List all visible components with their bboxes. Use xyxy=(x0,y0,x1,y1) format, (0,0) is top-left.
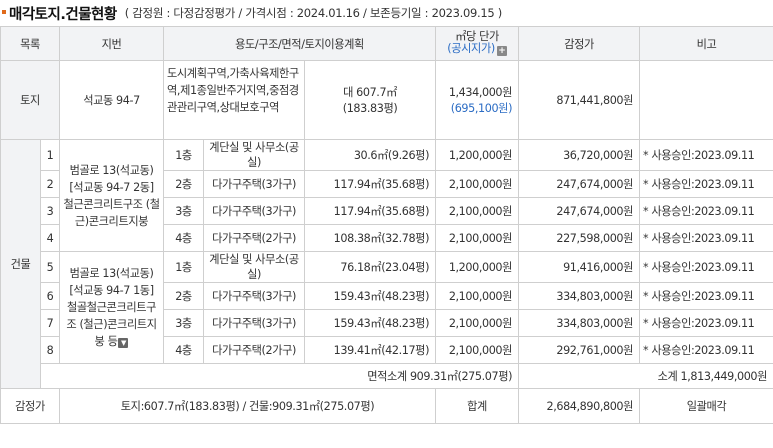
appraisal-total-row: 감정가 토지:607.7㎡(183.83평) / 건물:909.31㎡(275.… xyxy=(0,388,773,424)
land-building-table: 목록 지번 용도/구조/면적/토지이용계획 ㎡당 단가 (공시지가) + 감정가 … xyxy=(0,26,773,424)
building-use: 다가구주택(3가구) xyxy=(203,282,306,310)
building-use: 다가구주택(2가구) xyxy=(203,336,306,364)
building-unit-price: 2,100,000원 xyxy=(435,309,520,337)
building-row-no: 1 xyxy=(39,139,61,171)
building-row-no: 3 xyxy=(39,197,61,225)
appraisal-area-summary: 토지:607.7㎡(183.83평) / 건물:909.31㎡(275.07평) xyxy=(59,388,437,424)
building-note: * 사용승인:2023.09.11 xyxy=(639,170,773,198)
building-floor: 4층 xyxy=(163,336,205,364)
building-row-no: 7 xyxy=(39,309,61,337)
building-group2-address: 범골로 13(석교동) [석교동 94-7 1동] 철골철근콘크리트구조 (철근… xyxy=(66,267,157,348)
land-row: 토지 석교동 94-7 도시계획구역,가축사육제한구역,제1종일반주거지역,중점… xyxy=(0,60,773,140)
section-title: 매각토지.건물현황 xyxy=(9,6,117,23)
building-floor: 2층 xyxy=(163,282,205,310)
land-unit-price: 1,434,000원 xyxy=(448,86,513,99)
building-unit-price: 2,100,000원 xyxy=(435,197,520,225)
land-area-cell: 대 607.7㎡ (183.83평) xyxy=(304,60,437,140)
building-note: * 사용승인:2023.09.11 xyxy=(639,139,773,171)
building-row: 5 범골로 13(석교동) [석교동 94-7 1동] 철골철근콘크리트구조 (… xyxy=(1,251,773,364)
building-value: 227,598,000원 xyxy=(518,224,641,252)
building-value: 91,416,000원 xyxy=(518,251,641,283)
building-group1-address: 범골로 13(석교동) [석교동 94-7 2동] 철근콘크리트구조 (철근)콘… xyxy=(59,139,165,252)
land-area: 대 607.7㎡ xyxy=(343,86,397,99)
building-floor: 3층 xyxy=(163,197,205,225)
appraisal-label: 감정가 xyxy=(0,388,61,424)
area-subtotal: 면적소계 909.31㎡(275.07평) xyxy=(39,363,520,389)
bullet-icon xyxy=(2,10,6,14)
expand-plus-icon[interactable]: + xyxy=(496,46,507,56)
land-label: 토지 xyxy=(0,60,61,140)
building-value: 247,674,000원 xyxy=(518,197,641,225)
building-unit-price: 2,100,000원 xyxy=(435,336,520,364)
building-note: * 사용승인:2023.09.11 xyxy=(639,197,773,225)
building-row-no: 6 xyxy=(39,282,61,310)
appraisal-total: 2,684,890,800원 xyxy=(518,388,641,424)
building-value: 36,720,000원 xyxy=(518,139,641,171)
col-note: 비고 xyxy=(639,26,773,61)
land-appraisal: 871,441,800원 xyxy=(518,60,641,140)
appraisal-note: 일괄매각 xyxy=(639,388,773,424)
appraisal-meta: ( 감정원 : 다정감정평가 / 가격시점 : 2024.01.16 / 보존등… xyxy=(124,6,503,20)
land-lot: 석교동 94-7 xyxy=(59,60,165,140)
building-use: 계단실 및 사무소(공실) xyxy=(203,139,306,171)
building-area: 30.6㎡(9.26평) xyxy=(304,139,437,171)
building-note: * 사용승인:2023.09.11 xyxy=(639,251,773,283)
land-note xyxy=(639,60,773,140)
building-value: 247,674,000원 xyxy=(518,170,641,198)
building-unit-price: 2,100,000원 xyxy=(435,170,520,198)
building-value: 334,803,000원 xyxy=(518,282,641,310)
value-subtotal: 소계 1,813,449,000원 xyxy=(518,363,773,389)
dropdown-arrow-icon[interactable]: ▼ xyxy=(118,338,129,348)
building-unit-price: 2,100,000원 xyxy=(435,282,520,310)
land-unit-price-cell: 1,434,000원 (695,100원) xyxy=(435,60,520,140)
building-unit-price: 2,100,000원 xyxy=(435,224,520,252)
col-usage: 용도/구조/면적/토지이용계획 xyxy=(163,26,437,61)
building-area: 117.94㎡(35.68평) xyxy=(304,197,437,225)
building-floor: 1층 xyxy=(163,139,205,171)
building-area: 159.43㎡(48.23평) xyxy=(304,309,437,337)
land-official-price: (695,100원) xyxy=(450,102,513,115)
col-unit-price: ㎡당 단가 (공시지가) + xyxy=(435,26,520,61)
building-label: 건물 xyxy=(0,139,41,389)
building-note: * 사용승인:2023.09.11 xyxy=(639,224,773,252)
building-use: 계단실 및 사무소(공실) xyxy=(203,251,306,283)
building-area: 76.18㎡(23.04평) xyxy=(304,251,437,283)
building-area: 108.38㎡(32.78평) xyxy=(304,224,437,252)
building-row-no: 8 xyxy=(39,336,61,364)
building-use: 다가구주택(3가구) xyxy=(203,197,306,225)
building-use: 다가구주택(3가구) xyxy=(203,309,306,337)
col-official-price-label: (공시지가) xyxy=(447,42,495,55)
building-floor: 1층 xyxy=(163,251,205,283)
building-use: 다가구주택(3가구) xyxy=(203,170,306,198)
building-unit-price: 1,200,000원 xyxy=(435,139,520,171)
subtotal-row: 면적소계 909.31㎡(275.07평) 소계 1,813,449,000원 xyxy=(1,363,773,389)
land-zoning: 도시계획구역,가축사육제한구역,제1종일반주거지역,중점경관관리구역,상대보호구… xyxy=(163,60,306,140)
building-unit-price: 1,200,000원 xyxy=(435,251,520,283)
building-value: 334,803,000원 xyxy=(518,309,641,337)
building-value: 292,761,000원 xyxy=(518,336,641,364)
building-row-no: 5 xyxy=(39,251,61,283)
col-appraisal: 감정가 xyxy=(518,26,641,61)
building-note: * 사용승인:2023.09.11 xyxy=(639,336,773,364)
building-area: 117.94㎡(35.68평) xyxy=(304,170,437,198)
building-floor: 2층 xyxy=(163,170,205,198)
land-area-pyeong: (183.83평) xyxy=(342,102,398,115)
building-row: 건물 1 범골로 13(석교동) [석교동 94-7 2동] 철근콘크리트구조 … xyxy=(0,139,773,389)
building-note: * 사용승인:2023.09.11 xyxy=(639,282,773,310)
building-group2-address-cell: 범골로 13(석교동) [석교동 94-7 1동] 철골철근콘크리트구조 (철근… xyxy=(59,251,165,364)
building-row-no: 4 xyxy=(39,224,61,252)
building-note: * 사용승인:2023.09.11 xyxy=(639,309,773,337)
building-area: 159.43㎡(48.23평) xyxy=(304,282,437,310)
building-area: 139.41㎡(42.17평) xyxy=(304,336,437,364)
building-use: 다가구주택(2가구) xyxy=(203,224,306,252)
section-header: 매각토지.건물현황 ( 감정원 : 다정감정평가 / 가격시점 : 2024.0… xyxy=(0,0,773,26)
building-floor: 3층 xyxy=(163,309,205,337)
building-row-no: 2 xyxy=(39,170,61,198)
col-catalog: 목록 xyxy=(0,26,61,61)
building-floor: 4층 xyxy=(163,224,205,252)
appraisal-total-label: 합계 xyxy=(435,388,520,424)
col-lot: 지번 xyxy=(59,26,165,61)
